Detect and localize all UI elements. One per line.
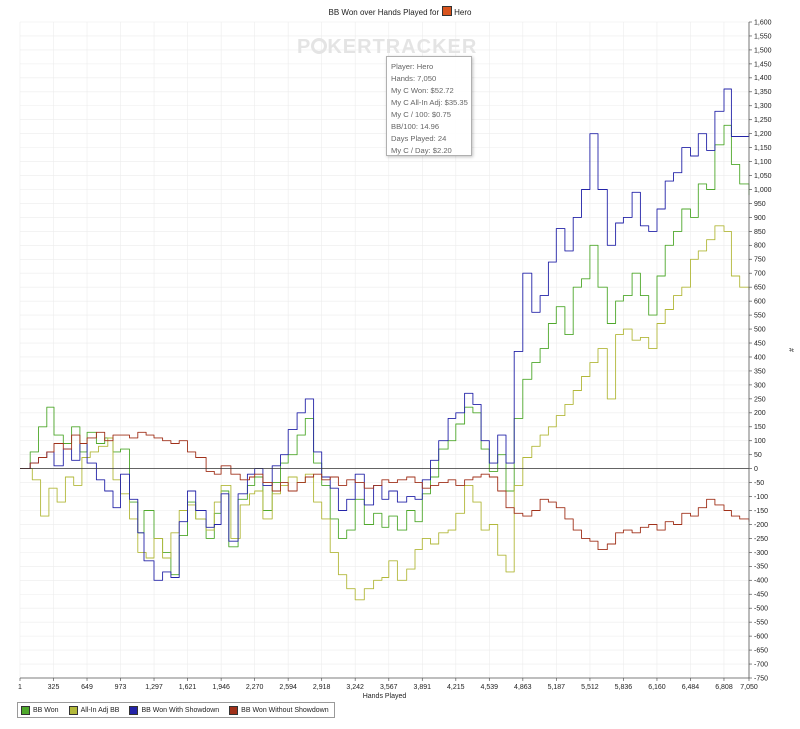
x-tick-label: 2,270 — [246, 684, 264, 691]
y-tick-label: -200 — [754, 522, 768, 529]
y-tick-label: 1,300 — [754, 103, 772, 110]
y-tick-label: 950 — [754, 201, 766, 208]
legend-label: BB Won — [33, 706, 59, 714]
legend-label: BB Won With Showdown — [141, 706, 220, 714]
x-tick-label: 4,863 — [514, 684, 532, 691]
x-tick-label: 4,539 — [481, 684, 499, 691]
y-tick-label: -50 — [754, 480, 764, 487]
x-tick-label: 973 — [115, 684, 127, 691]
x-tick-label: 6,484 — [682, 684, 700, 691]
x-tick-label: 4,215 — [447, 684, 465, 691]
stat-hands: Hands: 7,050 — [391, 74, 437, 83]
y-tick-label: 550 — [754, 313, 766, 320]
y-axis-title: # — [787, 348, 794, 352]
x-tick-label: 5,512 — [581, 684, 599, 691]
legend-item-all-in-adj-bb[interactable]: All-In Adj BB — [68, 705, 120, 715]
y-tick-label: 0 — [754, 466, 758, 473]
y-tick-label: -250 — [754, 536, 768, 543]
y-tick-label: 1,200 — [754, 131, 772, 138]
y-tick-label: -450 — [754, 592, 768, 599]
stat-days-played: Days Played: 24 — [391, 134, 447, 143]
x-tick-label: 2,594 — [279, 684, 297, 691]
y-tick-label: -350 — [754, 564, 768, 571]
y-tick-label: 1,500 — [754, 47, 772, 54]
x-tick-label: 6,160 — [648, 684, 666, 691]
y-tick-label: -700 — [754, 661, 768, 668]
x-tick-label: 5,836 — [615, 684, 633, 691]
y-tick-label: 400 — [754, 354, 766, 361]
y-tick-label: 600 — [754, 299, 766, 306]
stat-c-per-100: My C / 100: $0.75 — [391, 110, 451, 119]
x-tick-label: 3,567 — [380, 684, 398, 691]
y-tick-label: 100 — [754, 438, 766, 445]
y-tick-label: 150 — [754, 424, 766, 431]
stat-bb-per-100: BB/100: 14.96 — [391, 122, 440, 131]
y-tick-label: 1,250 — [754, 117, 772, 124]
stats-tooltip: Player: Hero Hands: 7,050 My C Won: $52.… — [386, 56, 472, 156]
y-tick-label: 450 — [754, 340, 766, 347]
legend-swatch — [229, 705, 239, 715]
y-tick-label: 700 — [754, 271, 766, 278]
stat-c-allin-adj: My C All-In Adj: $35.35 — [391, 98, 468, 107]
y-tick-label: 350 — [754, 368, 766, 375]
y-tick-label: -500 — [754, 606, 768, 613]
grid — [19, 21, 750, 679]
x-tick-label: 325 — [48, 684, 60, 691]
legend-item-bb-won-with-showdown[interactable]: BB Won With Showdown — [129, 705, 220, 715]
plot-area — [20, 22, 749, 678]
stat-c-won: My C Won: $52.72 — [391, 86, 454, 95]
y-tick-label: -300 — [754, 550, 768, 557]
x-tick-label: 7,050 — [740, 684, 758, 691]
y-tick-label: -750 — [754, 675, 768, 682]
legend-label: BB Won Without Showdown — [241, 706, 329, 714]
y-tick-label: 250 — [754, 396, 766, 403]
legend-item-bb-won[interactable]: BB Won — [21, 705, 59, 715]
stat-c-per-day: My C / Day: $2.20 — [391, 146, 452, 155]
x-tick-label: 2,918 — [313, 684, 331, 691]
y-tick-label: -550 — [754, 620, 768, 627]
y-tick-label: 1,050 — [754, 173, 772, 180]
y-tick-label: 750 — [754, 257, 766, 264]
y-tick-label: -600 — [754, 634, 768, 641]
y-tick-label: 500 — [754, 326, 766, 333]
legend-label: All-In Adj BB — [80, 706, 120, 714]
y-tick-label: 1,100 — [754, 159, 772, 166]
y-tick-label: 1,400 — [754, 75, 772, 82]
y-tick-label: 1,150 — [754, 145, 772, 152]
x-tick-label: 3,242 — [346, 684, 364, 691]
y-tick-label: 850 — [754, 229, 766, 236]
y-tick-label: -150 — [754, 508, 768, 515]
y-tick-label: 900 — [754, 215, 766, 222]
y-tick-label: 200 — [754, 410, 766, 417]
x-tick-label: 3,891 — [414, 684, 432, 691]
y-tick-label: -400 — [754, 578, 768, 585]
legend-swatch — [21, 705, 30, 715]
y-tick-label: -650 — [754, 647, 768, 654]
y-tick-label: 800 — [754, 243, 766, 250]
y-tick-label: 50 — [754, 452, 762, 459]
x-tick-label: 649 — [81, 684, 93, 691]
x-tick-label: 1,297 — [145, 684, 163, 691]
x-axis-title: Hands Played — [363, 693, 407, 700]
legend-item-bb-won-without-showdown[interactable]: BB Won Without Showdown — [229, 705, 329, 715]
x-tick-label: 1,946 — [212, 684, 230, 691]
y-tick-label: -100 — [754, 494, 768, 501]
y-tick-label: 300 — [754, 382, 766, 389]
x-tick-label: 6,808 — [715, 684, 733, 691]
stat-player: Player: Hero — [391, 62, 434, 71]
y-tick-label: 650 — [754, 285, 766, 292]
x-tick-label: 5,187 — [548, 684, 566, 691]
x-tick-label: 1 — [18, 684, 22, 691]
legend-swatch — [68, 705, 78, 715]
y-tick-label: 1,000 — [754, 187, 772, 194]
legend: BB Won All-In Adj BB BB Won With Showdow… — [17, 702, 335, 718]
y-tick-label: 1,600 — [754, 19, 772, 26]
y-tick-label: 1,550 — [754, 33, 772, 40]
y-tick-label: 1,350 — [754, 89, 772, 96]
legend-swatch — [129, 705, 139, 715]
y-tick-label: 1,450 — [754, 61, 772, 68]
x-tick-label: 1,621 — [179, 684, 197, 691]
